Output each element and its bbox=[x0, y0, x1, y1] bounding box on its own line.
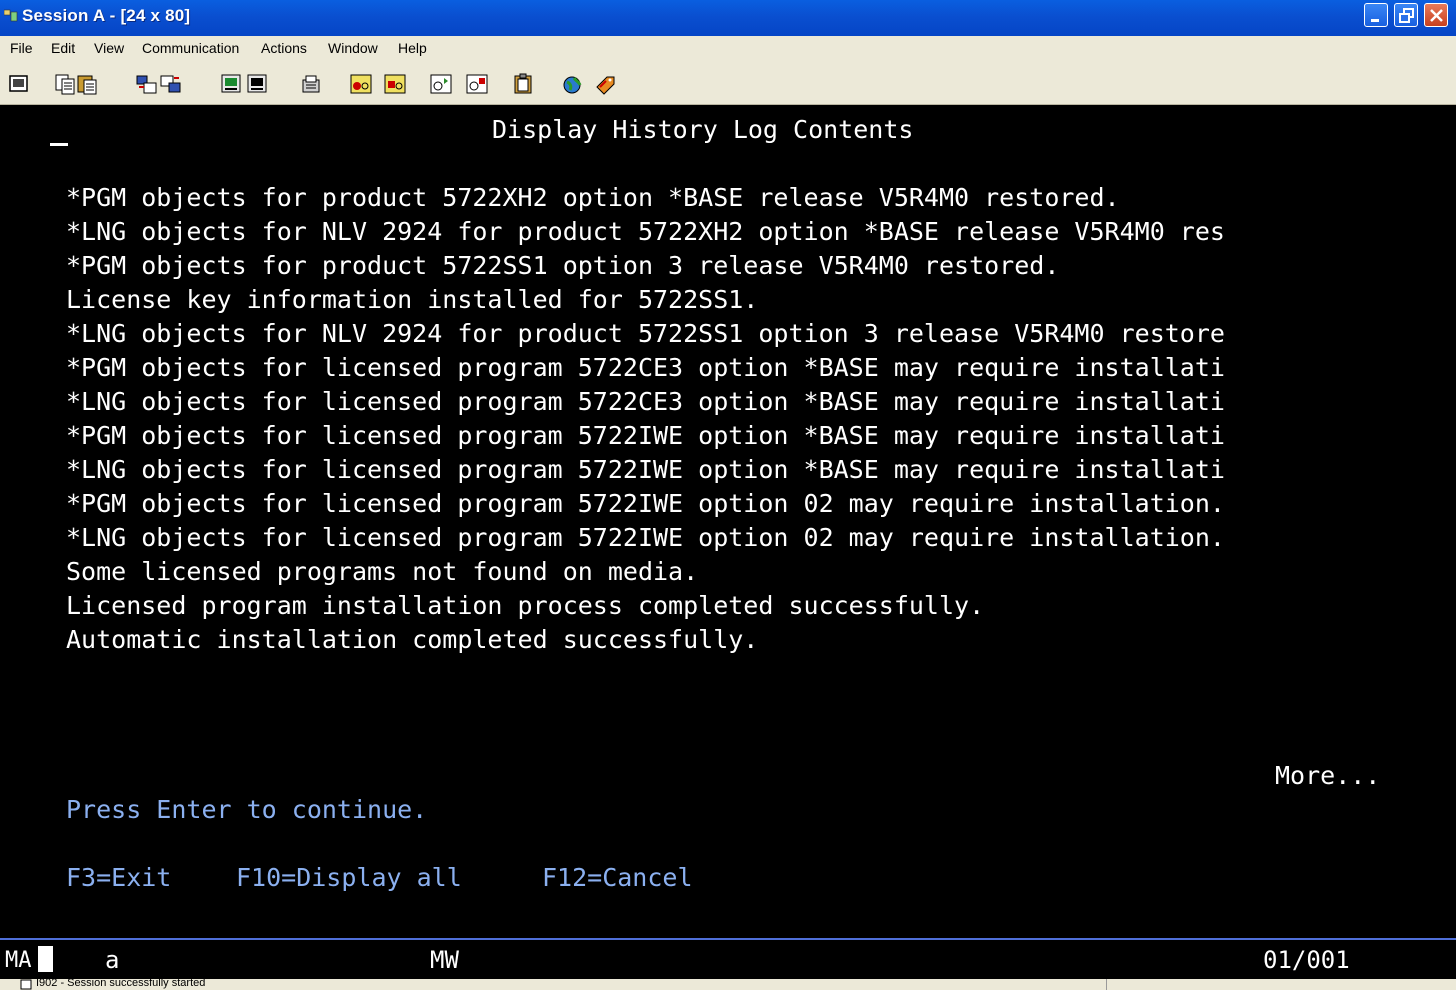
log-line: Licensed program installation process co… bbox=[66, 591, 985, 620]
status-pane bbox=[1106, 979, 1456, 990]
toolbar bbox=[0, 62, 1456, 105]
log-line: License key information installed for 57… bbox=[66, 285, 759, 314]
log-line: *PGM objects for licensed program 5722CE… bbox=[66, 353, 1225, 382]
macro-icon[interactable] bbox=[300, 73, 322, 95]
menu-actions[interactable]: Actions bbox=[261, 40, 307, 56]
menu-communication[interactable]: Communication bbox=[142, 40, 239, 56]
screen-heading: Display History Log Contents bbox=[492, 115, 914, 144]
log-line: *PGM objects for product 5722SS1 option … bbox=[66, 251, 1060, 280]
tag-icon[interactable] bbox=[594, 73, 616, 95]
log-line: *LNG objects for licensed program 5722IW… bbox=[66, 455, 1225, 484]
menu-bar: File Edit View Communication Actions Win… bbox=[0, 36, 1456, 62]
print-screen-icon[interactable] bbox=[8, 73, 30, 95]
title-bar: Session A - [24 x 80] bbox=[0, 0, 1456, 36]
log-line: *PGM objects for licensed program 5722IW… bbox=[66, 421, 1225, 450]
play-alt-icon[interactable] bbox=[466, 73, 488, 95]
log-line: *LNG objects for licensed program 5722CE… bbox=[66, 387, 1225, 416]
stop-icon[interactable] bbox=[384, 73, 406, 95]
more-indicator: More... bbox=[1275, 761, 1381, 790]
enter-prompt: Press Enter to continue. bbox=[66, 795, 428, 824]
status-message: I902 - Session successfully started bbox=[36, 979, 206, 989]
oia-mode: a bbox=[105, 946, 120, 974]
oia-indicator: MA bbox=[5, 948, 32, 973]
window-title: Session A - [24 x 80] bbox=[22, 6, 191, 25]
menu-help[interactable]: Help bbox=[398, 40, 427, 56]
oia-mw: MW bbox=[430, 946, 459, 974]
log-line: *LNG objects for licensed program 5722IW… bbox=[66, 523, 1225, 552]
close-button[interactable] bbox=[1424, 3, 1448, 27]
log-line: Some licensed programs not found on medi… bbox=[66, 557, 699, 586]
log-line: Automatic installation completed success… bbox=[66, 625, 759, 654]
operator-info-area: MA a MW 01/001 bbox=[0, 938, 1456, 981]
minimize-button[interactable] bbox=[1364, 3, 1388, 27]
copy-icon[interactable] bbox=[54, 73, 76, 95]
restore-button[interactable] bbox=[1394, 3, 1418, 27]
menu-view[interactable]: View bbox=[94, 40, 124, 56]
terminal-screen[interactable]: Display History Log Contents *PGM object… bbox=[0, 105, 1456, 937]
log-line: *LNG objects for NLV 2924 for product 57… bbox=[66, 217, 1225, 246]
play-icon[interactable] bbox=[430, 73, 452, 95]
text-cursor bbox=[50, 143, 68, 146]
send-icon[interactable] bbox=[136, 73, 158, 95]
f12-cancel-key[interactable]: F12=Cancel bbox=[542, 863, 693, 893]
oia-input-block bbox=[38, 946, 53, 972]
receive-icon[interactable] bbox=[160, 73, 182, 95]
status-icon bbox=[20, 979, 32, 990]
keypad-icon[interactable] bbox=[246, 73, 268, 95]
display-icon[interactable] bbox=[220, 73, 242, 95]
cursor-position: 01/001 bbox=[1263, 946, 1350, 974]
menu-edit[interactable]: Edit bbox=[51, 40, 75, 56]
f10-display-all-key[interactable]: F10=Display all bbox=[236, 863, 462, 893]
clipboard-icon[interactable] bbox=[512, 73, 534, 95]
menu-window[interactable]: Window bbox=[328, 40, 378, 56]
session-app-icon bbox=[4, 9, 18, 22]
log-line: *LNG objects for NLV 2924 for product 57… bbox=[66, 319, 1225, 348]
globe-icon[interactable] bbox=[562, 73, 584, 95]
record-icon[interactable] bbox=[350, 73, 372, 95]
paste-icon[interactable] bbox=[76, 73, 98, 95]
log-line: *PGM objects for licensed program 5722IW… bbox=[66, 489, 1225, 518]
status-bar: I902 - Session successfully started bbox=[0, 979, 1456, 990]
menu-file[interactable]: File bbox=[10, 40, 33, 56]
f3-exit-key[interactable]: F3=Exit bbox=[66, 863, 171, 893]
log-line: *PGM objects for product 5722XH2 option … bbox=[66, 183, 1120, 212]
